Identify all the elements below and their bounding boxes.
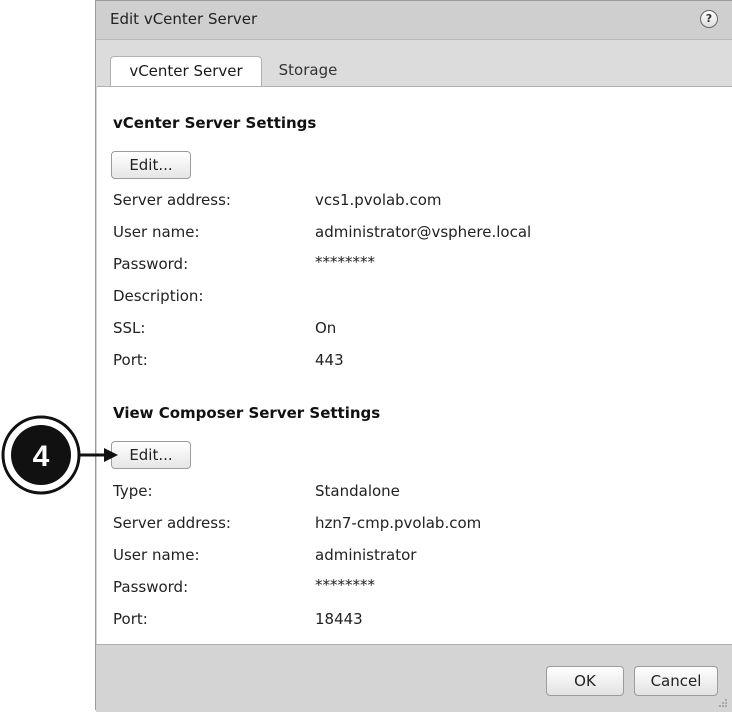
arrow-right-icon [104,448,118,462]
vcenter-user-name-label: User name: [113,223,200,241]
composer-settings-heading: View Composer Server Settings [113,404,381,422]
vcenter-user-name-value: administrator@vsphere.local [315,223,532,241]
ok-button[interactable]: OK [546,666,624,696]
tab-vcenter-server[interactable]: vCenter Server [110,56,262,86]
vcenter-ssl-label: SSL: [113,319,146,337]
dialog-titlebar[interactable]: Edit vCenter Server ? [96,1,732,40]
composer-type-value: Standalone [315,482,400,500]
step-callout: 4 [1,415,118,495]
vcenter-description-label: Description: [113,287,204,305]
vcenter-settings-heading: vCenter Server Settings [113,114,317,132]
tab-bar: vCenter Server Storage [96,40,732,86]
vcenter-port-label: Port: [113,351,148,369]
composer-port-label: Port: [113,610,148,628]
resize-grip-icon[interactable] [718,698,728,708]
dialog-title: Edit vCenter Server [110,10,258,28]
vcenter-edit-button[interactable]: Edit... [111,151,191,179]
help-icon[interactable]: ? [700,10,718,28]
composer-server-address-value: hzn7-cmp.pvolab.com [315,514,482,532]
cancel-button[interactable]: Cancel [634,666,718,696]
vcenter-server-address-value: vcs1.pvolab.com [315,191,442,209]
composer-user-name-label: User name: [113,546,200,564]
composer-password-value: ******** [315,576,375,594]
callout-number: 4 [33,440,50,473]
tab-storage[interactable]: Storage [266,56,350,86]
vcenter-password-label: Password: [113,255,189,273]
vcenter-ssl-value: On [315,319,337,337]
edit-vcenter-dialog: Edit vCenter Server ? vCenter Server Sto… [95,0,732,712]
composer-port-value: 18443 [315,610,363,628]
vcenter-port-value: 443 [315,351,344,369]
composer-server-address-label: Server address: [113,514,231,532]
dialog-footer: OK Cancel [96,644,732,712]
vcenter-password-value: ******** [315,253,375,271]
composer-password-label: Password: [113,578,189,596]
vcenter-server-address-label: Server address: [113,191,231,209]
settings-panel: vCenter Server Settings Edit... Server a… [97,86,732,644]
composer-user-name-value: administrator [315,546,417,564]
